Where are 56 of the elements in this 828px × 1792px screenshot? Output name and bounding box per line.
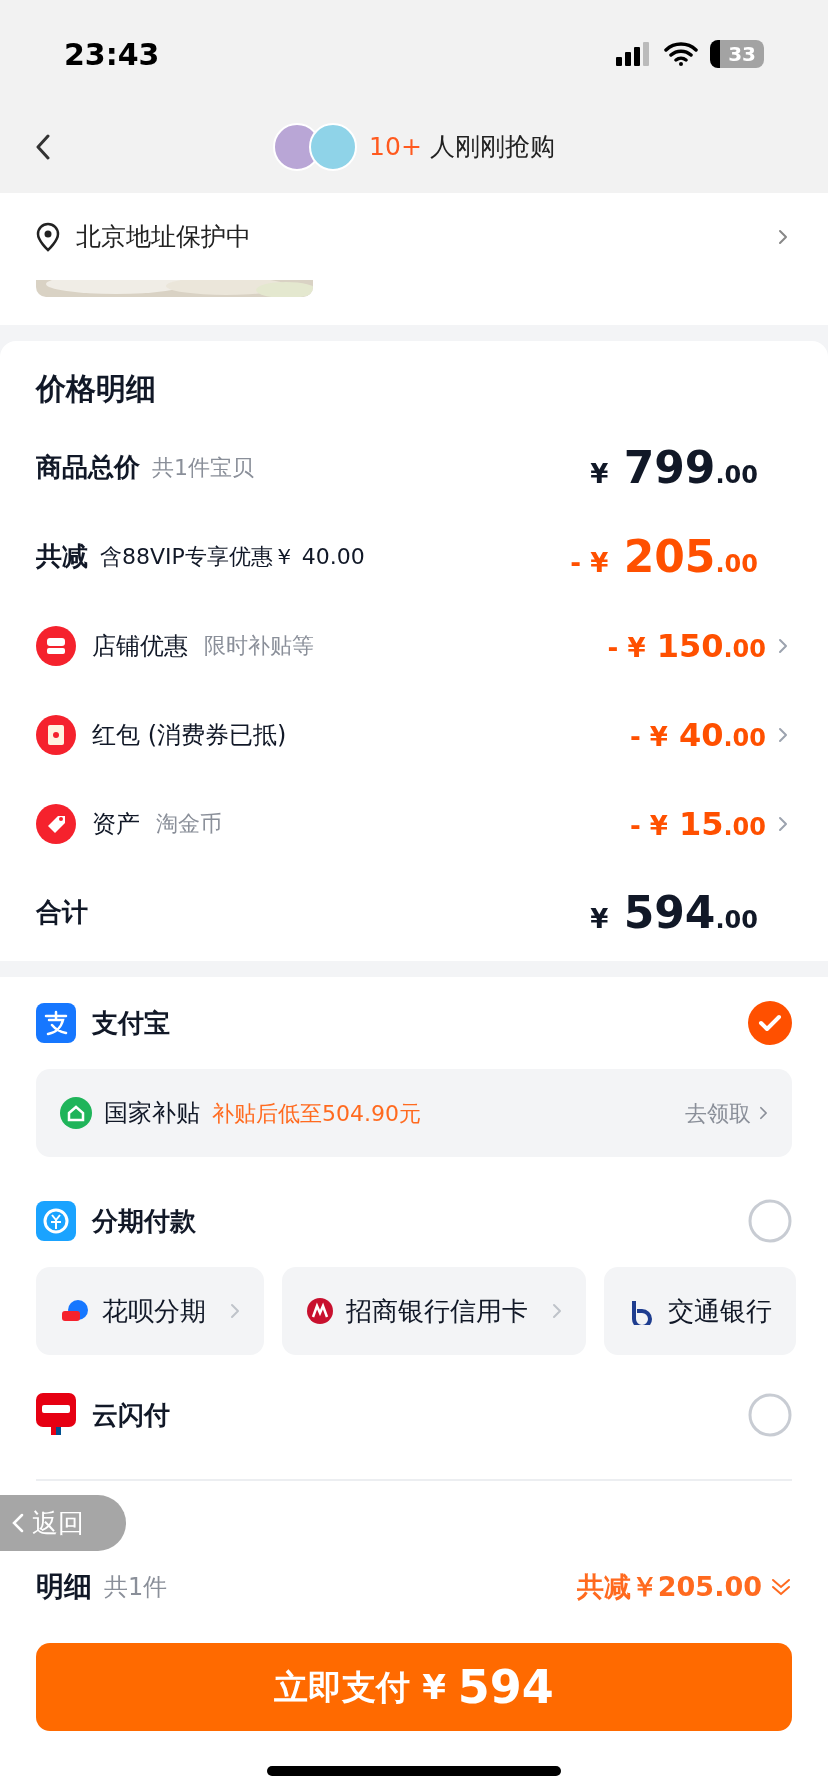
back-icon (12, 1513, 24, 1533)
battery-level: 33 (710, 40, 764, 68)
installment-icon (36, 1201, 76, 1241)
bank-logo-icon (306, 1297, 334, 1325)
detail-title: 明细 (36, 1569, 92, 1605)
wallet-app-icon (36, 1003, 76, 1043)
cloud-pay-icon (36, 1393, 76, 1437)
item-count: 共1件 (104, 1572, 168, 1603)
tag-icon (36, 803, 76, 844)
chevron-right-icon (759, 1106, 768, 1120)
price-amount: - ¥ 15.00 (629, 803, 766, 845)
chevron-right-icon (778, 228, 788, 245)
envelope-icon (36, 714, 76, 755)
address-text[interactable]: 北京地址保护中 (76, 217, 251, 256)
buyer-text: 人刚刚抢购 (429, 130, 555, 163)
price-amount: - ¥ 40.00 (629, 714, 766, 756)
section-title: 价格明细 (36, 369, 156, 408)
subsidy-banner[interactable]: 国家补贴 补贴后低至504.90元 去领取 (36, 1069, 792, 1157)
radio-button[interactable] (748, 1393, 792, 1437)
chevron-right-icon (778, 815, 788, 832)
buyer-count: 10+ (369, 130, 422, 163)
double-chevron-down-icon[interactable] (770, 1576, 792, 1598)
price-label: 商品总价 (36, 451, 140, 484)
price-note: 淘金币 (156, 810, 222, 838)
chevron-right-icon (552, 1302, 562, 1320)
radio-button[interactable] (748, 1199, 792, 1243)
subsidy-note: 补贴后低至504.90元 (212, 1099, 421, 1128)
price-note: 含88VIP专享优惠￥ 40.00 (100, 543, 365, 571)
home-badge-icon (60, 1097, 92, 1129)
price-note: 限时补贴等 (204, 632, 314, 660)
status-time: 23:43 (64, 35, 160, 74)
installment-option[interactable]: 交通银行 (604, 1267, 796, 1355)
payment-method-label[interactable]: 支付宝 (92, 1003, 170, 1043)
chevron-right-icon (778, 726, 788, 743)
price-amount: ¥ 594.00 (590, 885, 758, 940)
installment-option[interactable]: 花呗分期 (36, 1267, 264, 1355)
price-note: 共1件宝贝 (152, 454, 254, 482)
price-label: 店铺优惠 (92, 630, 188, 662)
chevron-right-icon (778, 637, 788, 654)
subsidy-label: 国家补贴 (104, 1098, 200, 1129)
price-label: 资产 (92, 808, 140, 840)
chevron-right-icon (230, 1302, 240, 1320)
back-icon[interactable] (36, 133, 50, 160)
price-label: 红包 (消费券已抵) (92, 719, 287, 751)
payment-method-label[interactable]: 分期付款 (92, 1201, 196, 1241)
shop-icon (36, 625, 76, 666)
price-label: 共减 (36, 540, 88, 573)
location-pin-icon (36, 221, 60, 252)
selected-checkmark[interactable] (748, 1001, 792, 1045)
price-amount: - ¥ 205.00 (570, 529, 758, 584)
installment-option[interactable]: 招商银行信用卡 (282, 1267, 586, 1355)
payment-method-label[interactable]: 云闪付 (92, 1395, 170, 1435)
price-amount: ¥ 799.00 (590, 440, 758, 495)
price-label: 合计 (36, 896, 88, 929)
wifi-icon (664, 42, 699, 66)
price-amount: - ¥ 150.00 (607, 625, 766, 667)
